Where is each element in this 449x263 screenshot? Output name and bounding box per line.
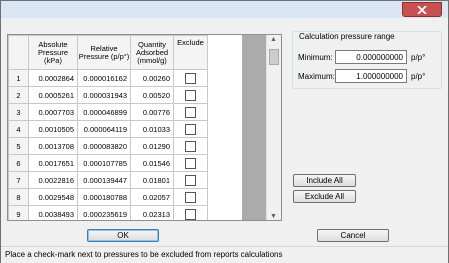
relative-pressure-cell: 0.000083820: [77, 137, 131, 155]
exclude-cell: [173, 188, 208, 206]
row-number-header: [8, 35, 29, 70]
absolute-pressure-cell: 0.0005261: [28, 86, 78, 104]
scroll-down-arrow-icon[interactable]: ▼: [270, 213, 277, 220]
cancel-button[interactable]: Cancel: [317, 229, 389, 242]
table-row: 8 0.0029548 0.000180788 0.02057: [8, 188, 208, 206]
row-number-cell: 1: [8, 69, 29, 87]
table-row: 5 0.0013708 0.000083820 0.01290: [8, 137, 208, 155]
quantity-adsorbed-cell: 0.01033: [130, 120, 174, 138]
quantity-adsorbed-cell: 0.00260: [130, 69, 174, 87]
relative-pressure-cell: 0.000235619: [77, 205, 131, 220]
exclude-checkbox[interactable]: [185, 208, 196, 220]
table-row: 4 0.0010505 0.000064119 0.01033: [8, 120, 208, 138]
absolute-pressure-cell: 0.0029548: [28, 188, 78, 206]
relative-pressure-cell: 0.000031943: [77, 86, 131, 104]
absolute-pressure-cell: 0.0022816: [28, 171, 78, 189]
table-row: 9 0.0038493 0.000235619 0.02313: [8, 205, 208, 220]
table-row: 6 0.0017651 0.000107785 0.01546: [8, 154, 208, 172]
grid-vertical-scrollbar[interactable]: ▲ ▼: [266, 35, 281, 220]
grid-empty-area: [242, 35, 266, 220]
minimum-unit: p/p°: [411, 53, 426, 62]
relative-pressure-cell: 0.000016162: [77, 69, 131, 87]
maximum-unit: p/p°: [411, 72, 426, 81]
exclude-checkbox[interactable]: [185, 89, 196, 101]
quantity-adsorbed-header: Quantity Adsorbed (mmol/g): [130, 35, 174, 70]
absolute-pressure-cell: 0.0013708: [28, 137, 78, 155]
ok-button[interactable]: OK: [87, 229, 159, 242]
quantity-adsorbed-cell: 0.00520: [130, 86, 174, 104]
exclude-cell: [173, 154, 208, 172]
exclude-checkbox[interactable]: [185, 106, 196, 118]
exclude-cell: [173, 86, 208, 104]
row-number-cell: 9: [8, 205, 29, 220]
exclude-checkbox[interactable]: [185, 157, 196, 169]
quantity-adsorbed-cell: 0.00776: [130, 103, 174, 121]
exclude-checkbox[interactable]: [185, 191, 196, 203]
minimum-input[interactable]: 0.000000000: [335, 50, 407, 64]
minimum-label: Minimum:: [298, 53, 333, 62]
maximum-label: Maximum:: [298, 72, 335, 81]
absolute-pressure-cell: 0.0010505: [28, 120, 78, 138]
scroll-thumb[interactable]: [269, 49, 279, 65]
quantity-adsorbed-cell: 0.02057: [130, 188, 174, 206]
title-bar: [1, 1, 448, 18]
table-row: 3 0.0007703 0.000046899 0.00776: [8, 103, 208, 121]
status-bar: Place a check-mark next to pressures to …: [1, 246, 448, 263]
exclude-checkbox[interactable]: [185, 140, 196, 152]
exclude-all-button[interactable]: Exclude All: [293, 190, 356, 203]
close-button[interactable]: [402, 2, 442, 17]
quantity-adsorbed-cell: 0.01801: [130, 171, 174, 189]
pressure-table: Absolute Pressure (kPa) Relative Pressur…: [7, 34, 282, 221]
absolute-pressure-cell: 0.0017651: [28, 154, 78, 172]
absolute-pressure-cell: 0.0007703: [28, 103, 78, 121]
exclude-header: Exclude: [173, 35, 208, 70]
row-number-cell: 5: [8, 137, 29, 155]
pressure-grid: Absolute Pressure (kPa) Relative Pressur…: [8, 35, 208, 220]
scroll-up-arrow-icon[interactable]: ▲: [270, 36, 277, 43]
row-number-cell: 6: [8, 154, 29, 172]
exclude-cell: [173, 120, 208, 138]
relative-pressure-cell: 0.000139447: [77, 171, 131, 189]
relative-pressure-header: Relative Pressure (p/p°): [77, 35, 131, 70]
pressure-range-title: Calculation pressure range: [298, 32, 396, 41]
table-row: 2 0.0005261 0.000031943 0.00520: [8, 86, 208, 104]
row-number-cell: 8: [8, 188, 29, 206]
exclude-cell: [173, 205, 208, 220]
exclude-checkbox[interactable]: [185, 123, 196, 135]
row-number-cell: 4: [8, 120, 29, 138]
quantity-adsorbed-cell: 0.01290: [130, 137, 174, 155]
exclude-cell: [173, 69, 208, 87]
exclude-cell: [173, 137, 208, 155]
absolute-pressure-cell: 0.0002864: [28, 69, 78, 87]
row-number-cell: 2: [8, 86, 29, 104]
table-row: 7 0.0022816 0.000139447 0.01801: [8, 171, 208, 189]
row-number-cell: 7: [8, 171, 29, 189]
status-text: Place a check-mark next to pressures to …: [5, 250, 283, 259]
maximum-input[interactable]: 1.000000000: [335, 69, 407, 83]
relative-pressure-cell: 0.000107785: [77, 154, 131, 172]
quantity-adsorbed-cell: 0.01546: [130, 154, 174, 172]
table-row: 1 0.0002864 0.000016162 0.00260: [8, 69, 208, 87]
relative-pressure-cell: 0.000064119: [77, 120, 131, 138]
absolute-pressure-cell: 0.0038493: [28, 205, 78, 220]
exclude-cell: [173, 103, 208, 121]
include-all-button[interactable]: Include All: [293, 174, 356, 187]
row-number-cell: 3: [8, 103, 29, 121]
pressure-exclusion-dialog: Absolute Pressure (kPa) Relative Pressur…: [0, 0, 449, 263]
absolute-pressure-header: Absolute Pressure (kPa): [28, 35, 78, 70]
quantity-adsorbed-cell: 0.02313: [130, 205, 174, 220]
close-x-icon: [417, 6, 427, 14]
exclude-cell: [173, 171, 208, 189]
exclude-checkbox[interactable]: [185, 72, 196, 84]
relative-pressure-cell: 0.000180788: [77, 188, 131, 206]
relative-pressure-cell: 0.000046899: [77, 103, 131, 121]
exclude-checkbox[interactable]: [185, 174, 196, 186]
